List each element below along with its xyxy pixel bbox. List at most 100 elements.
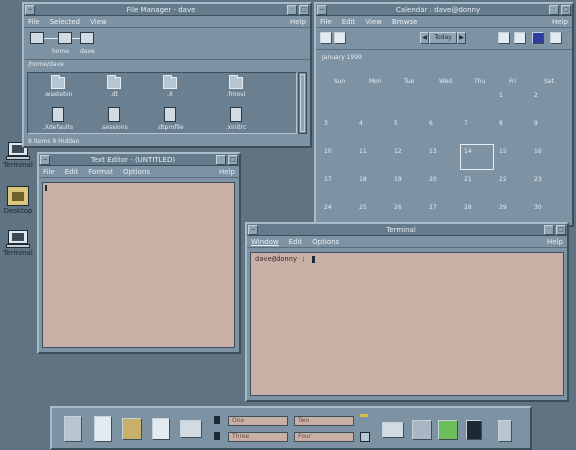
calendar-day[interactable]: 23: [534, 176, 542, 183]
text-editor-area[interactable]: [42, 182, 235, 348]
calendar-day[interactable]: 9: [534, 120, 538, 127]
menu-help[interactable]: Help: [552, 18, 568, 26]
maximize-icon[interactable]: □: [556, 224, 566, 235]
clock-icon[interactable]: [64, 416, 82, 442]
calendar-day[interactable]: 13: [429, 148, 437, 155]
calendar-day[interactable]: 8: [499, 120, 503, 127]
exit-icon[interactable]: [214, 432, 220, 440]
calendar-day[interactable]: 24: [324, 204, 332, 211]
minimize-icon[interactable]: ·: [216, 154, 226, 165]
style-manager-panel-icon[interactable]: [412, 420, 432, 440]
home-folder-icon[interactable]: [58, 32, 72, 44]
file-item[interactable]: .xinitrc: [216, 107, 256, 131]
calendar-day[interactable]: 27: [429, 204, 437, 211]
calendar-day[interactable]: 6: [429, 120, 433, 127]
menu-edit[interactable]: Edit: [289, 238, 303, 246]
calendar-day[interactable]: 21: [464, 176, 472, 183]
minimize-icon[interactable]: ·: [549, 4, 559, 15]
calendar-day[interactable]: 11: [359, 148, 367, 155]
calendar-day[interactable]: 5: [394, 120, 398, 127]
desktop-terminal-icon-2[interactable]: Terminal: [2, 230, 34, 257]
app-manager-panel-icon[interactable]: [438, 420, 458, 440]
menu-help[interactable]: Help: [219, 168, 235, 176]
day-view-icon[interactable]: [498, 32, 510, 44]
week-view-icon[interactable]: [514, 32, 526, 44]
calendar-day[interactable]: 19: [394, 176, 402, 183]
next-arrow-icon[interactable]: ▶: [457, 32, 466, 44]
calendar-day[interactable]: 10: [324, 148, 332, 155]
calendar-day[interactable]: 28: [464, 204, 472, 211]
year-view-icon[interactable]: [550, 32, 562, 44]
file-item[interactable]: .wastebin: [38, 75, 78, 98]
menu-help[interactable]: Help: [547, 238, 563, 246]
menu-file[interactable]: File: [43, 168, 55, 176]
maximize-icon[interactable]: □: [561, 4, 571, 15]
file-item[interactable]: .dt: [94, 75, 134, 98]
maximize-icon[interactable]: □: [299, 4, 309, 15]
terminal-area[interactable]: dave@donny :: [250, 252, 564, 396]
mailer-panel-icon[interactable]: [180, 420, 202, 438]
menu-edit[interactable]: Edit: [65, 168, 79, 176]
workspace-one[interactable]: One: [228, 416, 288, 426]
prev-arrow-icon[interactable]: ◀: [420, 32, 429, 44]
selected-day-box[interactable]: [460, 144, 494, 170]
window-menu-icon[interactable]: −: [248, 224, 258, 235]
calendar-panel-icon[interactable]: [94, 416, 112, 442]
minimize-icon[interactable]: ·: [544, 224, 554, 235]
menu-view[interactable]: View: [365, 18, 382, 26]
calendar-day[interactable]: 1: [499, 92, 503, 99]
minimize-icon[interactable]: ·: [287, 4, 297, 15]
file-item[interactable]: .X: [150, 75, 190, 98]
desktop-desktop-icon[interactable]: Desktop: [2, 186, 34, 215]
scroll-thumb[interactable]: [300, 74, 305, 132]
workspace-three[interactable]: Three: [228, 432, 288, 442]
lock-icon[interactable]: [214, 416, 220, 424]
calendar-day[interactable]: 16: [534, 148, 542, 155]
help-panel-icon[interactable]: [466, 420, 482, 440]
trash-panel-icon[interactable]: [498, 420, 512, 442]
menu-browse[interactable]: Browse: [392, 18, 418, 26]
menu-options[interactable]: Options: [312, 238, 339, 246]
dave-folder-icon[interactable]: [80, 32, 94, 44]
calendar-titlebar[interactable]: − Calendar : dave@donny · □: [316, 4, 572, 16]
maximize-icon[interactable]: □: [228, 154, 238, 165]
calendar-day[interactable]: 12: [394, 148, 402, 155]
menu-options[interactable]: Options: [123, 168, 150, 176]
file-scrollbar[interactable]: [298, 72, 307, 134]
calendar-day[interactable]: 20: [429, 176, 437, 183]
calendar-day[interactable]: 26: [394, 204, 402, 211]
file-item[interactable]: .Xdefaults: [38, 107, 78, 131]
file-item[interactable]: .fmovi: [216, 75, 256, 98]
menu-selected[interactable]: Selected: [50, 18, 80, 26]
file-manager-titlebar[interactable]: − File Manager - dave · □: [24, 4, 310, 16]
trash-small-icon[interactable]: [360, 432, 370, 442]
today-button[interactable]: Today: [429, 32, 457, 44]
menu-help[interactable]: Help: [290, 18, 306, 26]
workspace-two[interactable]: Two: [294, 416, 354, 426]
menu-edit[interactable]: Edit: [342, 18, 356, 26]
calendar-day[interactable]: 4: [359, 120, 363, 127]
calendar-day[interactable]: 7: [464, 120, 468, 127]
file-manager-panel-icon[interactable]: [122, 418, 142, 440]
calendar-day[interactable]: 25: [359, 204, 367, 211]
calendar-day[interactable]: 17: [324, 176, 332, 183]
terminal-titlebar[interactable]: − Terminal · □: [247, 224, 567, 236]
path-home-label[interactable]: home: [52, 48, 69, 55]
menu-file[interactable]: File: [28, 18, 40, 26]
calendar-day[interactable]: 15: [499, 148, 507, 155]
month-view-icon[interactable]: [532, 32, 544, 44]
file-item[interactable]: .sessions: [94, 107, 134, 131]
path-dave-label[interactable]: dave: [80, 48, 95, 55]
window-menu-icon[interactable]: −: [317, 4, 327, 15]
menu-window[interactable]: Window: [251, 238, 279, 246]
calendar-day[interactable]: 3: [324, 120, 328, 127]
workspace-four[interactable]: Four: [294, 432, 354, 442]
text-editor-titlebar[interactable]: − Text Editor - (UNTITLED) · □: [39, 154, 239, 166]
todo-icon[interactable]: [334, 32, 346, 44]
root-folder-icon[interactable]: [30, 32, 44, 44]
appointment-icon[interactable]: [320, 32, 332, 44]
menu-view[interactable]: View: [90, 18, 107, 26]
window-menu-icon[interactable]: −: [25, 4, 35, 15]
calendar-day[interactable]: 30: [534, 204, 542, 211]
menu-file[interactable]: File: [320, 18, 332, 26]
